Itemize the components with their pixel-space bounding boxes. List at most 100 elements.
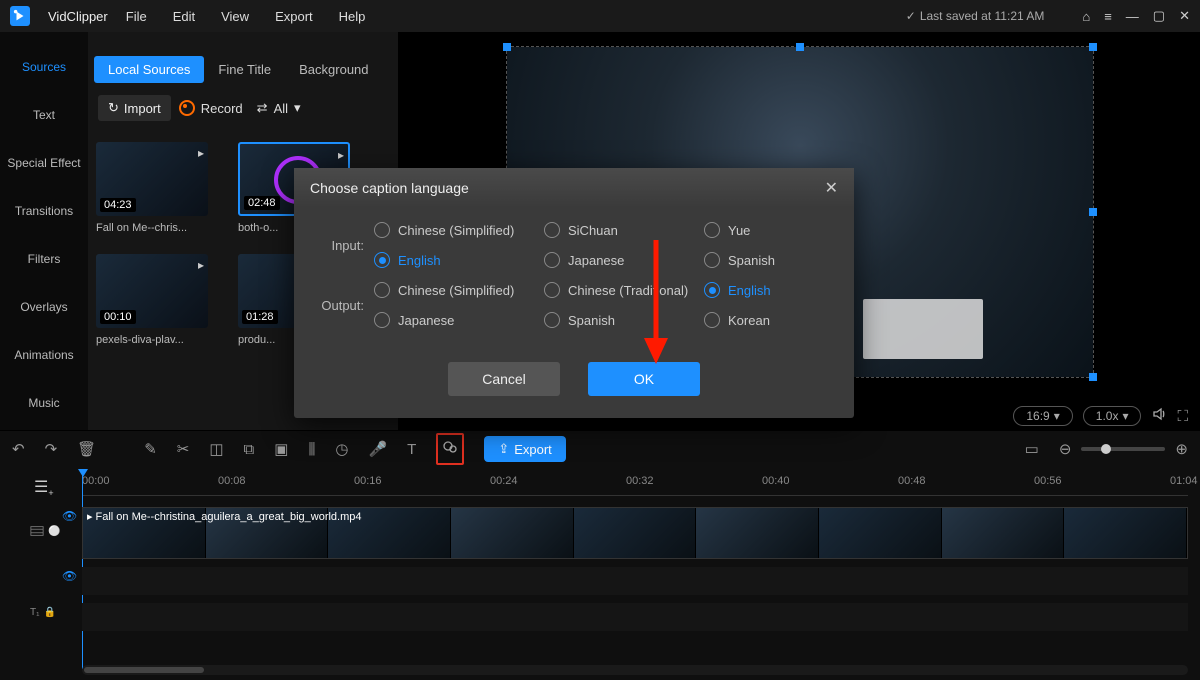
dialog-close-icon[interactable]: ✕: [825, 178, 838, 198]
text-track-label: T₁🔒: [30, 607, 74, 618]
close-icon[interactable]: ✕: [1179, 8, 1190, 24]
title-bar: VidClipper FileEditViewExportHelp ✓Last …: [0, 0, 1200, 32]
panel-tabs: Local SourcesFine TitleBackground: [88, 50, 398, 88]
video-track[interactable]: ▸Fall on Me--christina_aguilera_a_great_…: [82, 507, 1188, 559]
play-mark-icon: ▸: [198, 146, 204, 160]
play-mark-icon: ▸: [198, 258, 204, 272]
tab-local-sources[interactable]: Local Sources: [94, 56, 204, 83]
tab-background[interactable]: Background: [285, 56, 382, 83]
cut-icon[interactable]: ✂: [177, 440, 190, 458]
track-menu-icon[interactable]: ☰+: [34, 477, 54, 498]
mic-icon[interactable]: 🎤: [368, 440, 387, 458]
minimize-icon[interactable]: —: [1126, 9, 1139, 24]
radio-output-japanese[interactable]: Japanese: [374, 312, 544, 328]
sidenav-music[interactable]: Music: [28, 396, 59, 410]
fullscreen-icon[interactable]: ⛶: [1177, 408, 1188, 425]
radio-icon: [544, 252, 560, 268]
zoom-out-icon[interactable]: ⊖: [1059, 440, 1072, 458]
radio-input-sichuan[interactable]: SiChuan: [544, 222, 704, 238]
refresh-icon: ↻: [108, 100, 119, 116]
timeline-clip: ▸Fall on Me--christina_aguilera_a_great_…: [83, 508, 1187, 558]
aspect-dropdown[interactable]: 16:9▾: [1013, 406, 1072, 426]
speed-dropdown[interactable]: 1.0x▾: [1083, 406, 1142, 426]
radio-output-english[interactable]: English: [704, 282, 834, 298]
panel-toolbar: ↻Import Record ⇄All▾: [88, 88, 398, 128]
sidenav-overlays[interactable]: Overlays: [20, 300, 67, 314]
menu-view[interactable]: View: [221, 9, 249, 24]
radio-icon: [374, 252, 390, 268]
window-controls: ⌂ ≡ — ▢ ✕: [1082, 8, 1190, 24]
import-button[interactable]: ↻Import: [98, 95, 171, 121]
copy-icon[interactable]: ⧉: [244, 441, 255, 458]
radio-label: Chinese (Traditional): [568, 283, 688, 298]
sidenav-text[interactable]: Text: [33, 108, 55, 122]
caption-language-dialog: Choose caption language ✕ Input: Chinese…: [294, 168, 854, 418]
eye-icon[interactable]: 👁: [62, 509, 77, 523]
chevron-down-icon: ▾: [1054, 409, 1060, 423]
video-track-label: ⚪: [30, 525, 74, 537]
delete-icon[interactable]: 🗑: [77, 440, 96, 458]
lock-icon: ⚪: [48, 526, 60, 537]
radio-output-korean[interactable]: Korean: [704, 312, 834, 328]
audio-track[interactable]: [82, 567, 1188, 595]
home-icon[interactable]: ⌂: [1082, 9, 1090, 24]
zoom-in-icon[interactable]: ⊕: [1175, 440, 1188, 458]
text-track[interactable]: [82, 603, 1188, 631]
menu-file[interactable]: File: [126, 9, 147, 24]
radio-label: Spanish: [568, 313, 615, 328]
edit-icon[interactable]: ✎: [144, 440, 157, 458]
export-button[interactable]: ⇪Export: [484, 436, 565, 462]
sidenav-special-effect[interactable]: Special Effect: [7, 156, 80, 170]
save-status: ✓Last saved at 11:21 AM: [906, 9, 1045, 23]
record-button[interactable]: Record: [179, 100, 243, 116]
export-icon: ⇪: [498, 441, 509, 457]
menu-edit[interactable]: Edit: [173, 9, 195, 24]
thumbnail-name: pexels-diva-plav...: [96, 334, 208, 346]
clock-icon[interactable]: ◷: [335, 440, 348, 458]
radio-input-japanese[interactable]: Japanese: [544, 252, 704, 268]
undo-icon[interactable]: ↶: [12, 440, 25, 458]
radio-output-chinese-traditional-[interactable]: Chinese (Traditional): [544, 282, 704, 298]
maximize-icon[interactable]: ▢: [1153, 8, 1165, 24]
eye-icon[interactable]: 👁: [62, 569, 77, 583]
thumbnail[interactable]: 04:23▸Fall on Me--chris...: [96, 142, 208, 234]
sidenav-animations[interactable]: Animations: [14, 348, 73, 362]
time-ruler[interactable]: 00:0000:0800:1600:2400:3200:4000:4800:56…: [82, 475, 1188, 491]
volume-icon[interactable]: [1151, 406, 1167, 426]
crop-icon[interactable]: ◫: [209, 440, 223, 458]
bars-icon[interactable]: ⫼: [308, 441, 315, 458]
ok-button[interactable]: OK: [588, 362, 700, 396]
radio-output-spanish[interactable]: Spanish: [544, 312, 704, 328]
input-label: Input:: [314, 238, 364, 253]
radio-input-english[interactable]: English: [374, 252, 544, 268]
timeline-scrollbar[interactable]: [82, 665, 1188, 675]
radio-icon: [704, 222, 720, 238]
redo-icon[interactable]: ↷: [45, 440, 58, 458]
cancel-button[interactable]: Cancel: [448, 362, 560, 396]
tick: 01:04: [1170, 475, 1198, 487]
hamburger-icon[interactable]: ≡: [1104, 9, 1112, 24]
radio-input-spanish[interactable]: Spanish: [704, 252, 834, 268]
picture-icon[interactable]: ▣: [274, 440, 288, 458]
radio-input-chinese-simplified-[interactable]: Chinese (Simplified): [374, 222, 544, 238]
radio-label: English: [728, 283, 771, 298]
thumbnail[interactable]: 00:10▸pexels-diva-plav...: [96, 254, 208, 346]
radio-output-chinese-simplified-[interactable]: Chinese (Simplified): [374, 282, 544, 298]
zoom-slider[interactable]: [1081, 447, 1165, 451]
menu-help[interactable]: Help: [339, 9, 366, 24]
radio-label: Japanese: [568, 253, 624, 268]
caption-icon[interactable]: [436, 433, 464, 465]
radio-input-yue[interactable]: Yue: [704, 222, 834, 238]
frame-icon[interactable]: ▭: [1025, 440, 1039, 458]
sidenav-transitions[interactable]: Transitions: [15, 204, 73, 218]
main-menu: File Edit View Export Help: [126, 9, 366, 24]
sidenav-sources[interactable]: Sources: [22, 60, 66, 74]
sort-dropdown[interactable]: ⇄All▾: [257, 100, 301, 116]
menu-export[interactable]: Export: [275, 9, 313, 24]
sidenav-filters[interactable]: Filters: [28, 252, 61, 266]
tab-fine-title[interactable]: Fine Title: [204, 56, 285, 83]
text-icon[interactable]: T: [407, 441, 416, 458]
radio-icon: [374, 222, 390, 238]
radio-icon: [374, 312, 390, 328]
swap-icon: ⇄: [257, 100, 268, 116]
